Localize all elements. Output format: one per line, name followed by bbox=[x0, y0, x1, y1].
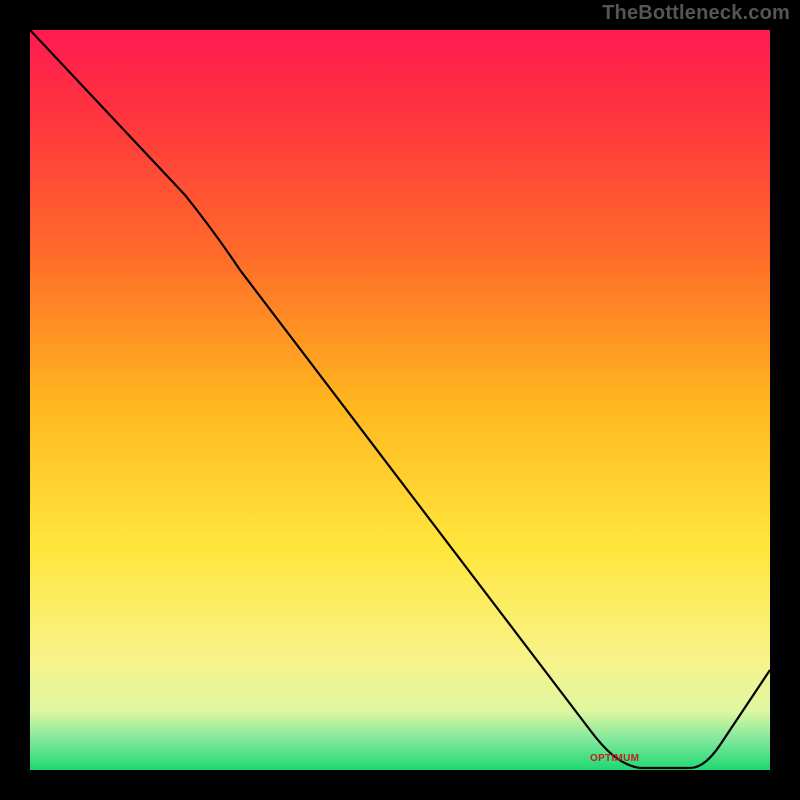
curve-path bbox=[30, 30, 770, 768]
chart-stage: TheBottleneck.com OPTIMUM bbox=[0, 0, 800, 800]
watermark-text: TheBottleneck.com bbox=[602, 2, 790, 25]
optimum-label: OPTIMUM bbox=[590, 753, 639, 764]
plot-area: OPTIMUM bbox=[30, 30, 770, 770]
bottleneck-curve bbox=[30, 30, 770, 770]
